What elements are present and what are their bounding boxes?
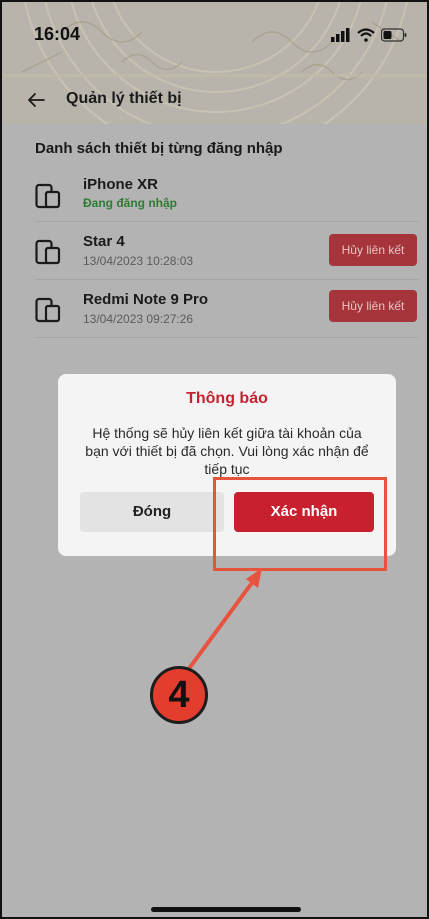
home-indicator[interactable]: [151, 907, 301, 912]
step-number-badge: 4: [150, 666, 208, 724]
pointer-arrow: [186, 568, 262, 672]
phone-screen: 16:04 Quản lý thiết bị Danh sách thiết b…: [0, 0, 429, 919]
